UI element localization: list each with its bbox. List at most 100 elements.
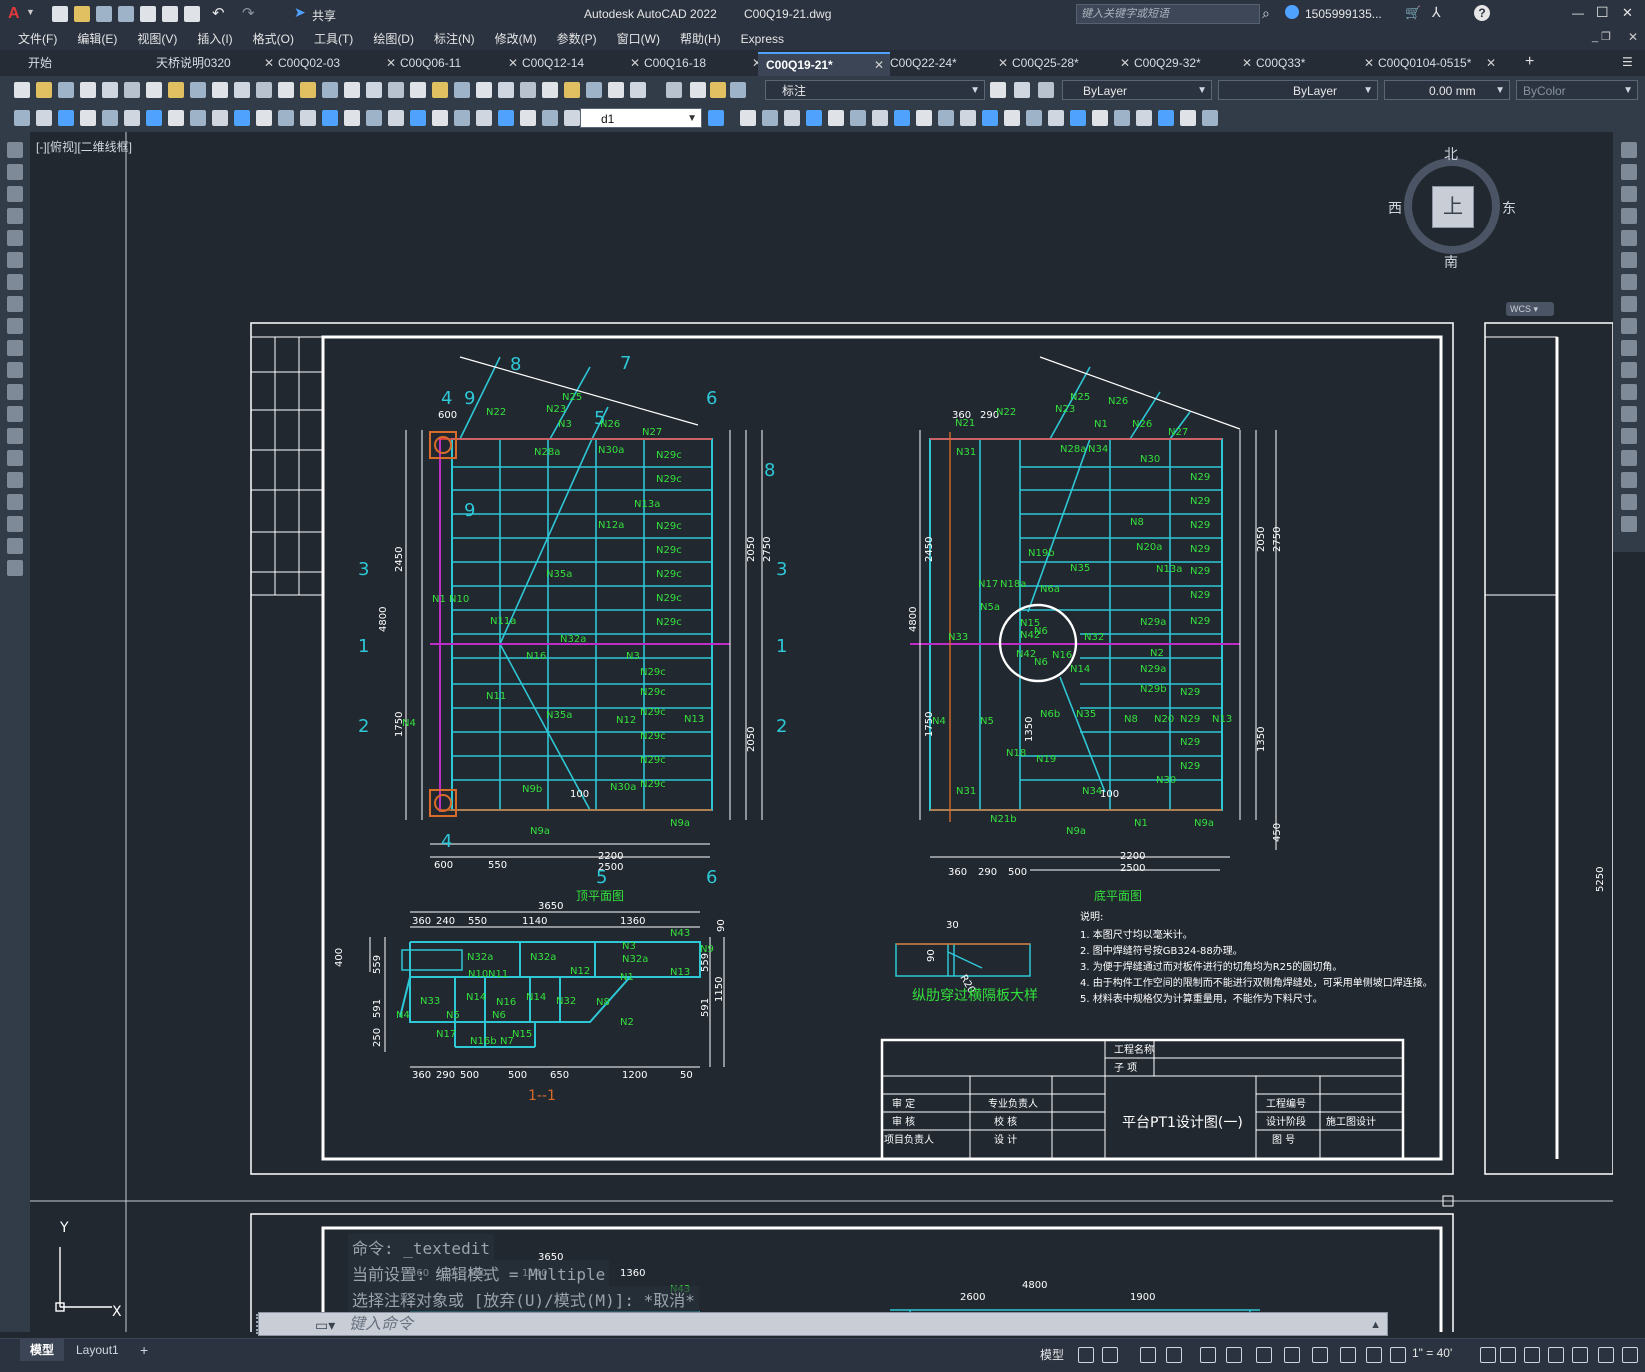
new-icon[interactable] <box>52 6 68 22</box>
draw-tool-icon[interactable] <box>7 186 23 202</box>
toolbar-tool-icon[interactable] <box>322 110 338 126</box>
maximize-button[interactable]: ☐ <box>1596 4 1609 21</box>
modify-tool-icon[interactable] <box>1621 296 1637 312</box>
toolbar-tool-icon[interactable] <box>80 82 96 98</box>
draw-tool-icon[interactable] <box>7 274 23 290</box>
share-label[interactable]: 共享 <box>312 7 336 24</box>
toolbar-tool-icon[interactable] <box>58 82 74 98</box>
menu-item[interactable]: 格式(O) <box>243 28 304 50</box>
dimstyle-dropdown[interactable]: d1 ▼ <box>580 108 702 128</box>
toolbar-tool-icon[interactable] <box>476 82 492 98</box>
viewcube-west[interactable]: 西 <box>1388 198 1402 218</box>
modify-tool-icon[interactable] <box>1621 142 1637 158</box>
menu-item[interactable]: 视图(V) <box>127 28 187 50</box>
toolbar-tool-icon[interactable] <box>278 110 294 126</box>
toolbar-tool-icon[interactable] <box>322 82 338 98</box>
viewcube-north[interactable]: 北 <box>1444 144 1458 164</box>
status-toggle-icon[interactable] <box>1622 1347 1638 1363</box>
draw-tool-icon[interactable] <box>7 494 23 510</box>
toolbar-tool-icon[interactable] <box>146 110 162 126</box>
save-icon[interactable] <box>96 6 112 22</box>
toolbar-tool-icon[interactable] <box>80 110 96 126</box>
modify-tool-icon[interactable] <box>1621 450 1637 466</box>
toolbar-tool-icon[interactable] <box>410 110 426 126</box>
toolbar-tool-icon[interactable] <box>690 82 706 98</box>
toolbar-tool-icon[interactable] <box>1048 110 1064 126</box>
modify-tool-icon[interactable] <box>1621 340 1637 356</box>
modify-tool-icon[interactable] <box>1621 252 1637 268</box>
toolbar-tool-icon[interactable] <box>14 110 30 126</box>
modify-tool-icon[interactable] <box>1621 472 1637 488</box>
toolbar-tool-icon[interactable] <box>498 110 514 126</box>
menu-item[interactable]: Express <box>731 28 794 50</box>
share-icon[interactable]: ➤ <box>294 4 306 21</box>
status-toggle-icon[interactable] <box>1200 1347 1216 1363</box>
open-icon[interactable] <box>74 6 90 22</box>
draw-tool-icon[interactable] <box>7 560 23 576</box>
plotstyle-dropdown[interactable]: ByColor ▼ <box>1516 80 1638 100</box>
draw-tool-icon[interactable] <box>7 362 23 378</box>
toolbar-tool-icon[interactable] <box>36 110 52 126</box>
layer-dropdown[interactable]: 标注 ▼ <box>765 80 985 100</box>
toolbar-tool-icon[interactable] <box>828 110 844 126</box>
saveas-icon[interactable] <box>118 6 134 22</box>
status-toggle-icon[interactable] <box>1166 1347 1182 1363</box>
toolbar-tool-icon[interactable] <box>990 82 1006 98</box>
toolbar-tool-icon[interactable] <box>102 110 118 126</box>
modify-tool-icon[interactable] <box>1621 230 1637 246</box>
modify-tool-icon[interactable] <box>1621 208 1637 224</box>
toolbar-tool-icon[interactable] <box>608 82 624 98</box>
draw-tool-icon[interactable] <box>7 428 23 444</box>
toolbar-tool-icon[interactable] <box>542 82 558 98</box>
annotation-scale[interactable]: 1" = 40' <box>1412 1346 1452 1360</box>
toolbar-tool-icon[interactable] <box>168 110 184 126</box>
doc-minimize-icon[interactable]: _ ❐ <box>1592 30 1611 43</box>
viewcube-face[interactable]: 上 <box>1432 186 1474 228</box>
toolbar-tool-icon[interactable] <box>542 110 558 126</box>
toolbar-tool-icon[interactable] <box>300 110 316 126</box>
toolbar-tool-icon[interactable] <box>1202 110 1218 126</box>
modify-tool-icon[interactable] <box>1621 164 1637 180</box>
toolbar-tool-icon[interactable] <box>256 82 272 98</box>
toolbar-tool-icon[interactable] <box>168 82 184 98</box>
toolbar-tool-icon[interactable] <box>432 110 448 126</box>
draw-tool-icon[interactable] <box>7 406 23 422</box>
toolbar-tool-icon[interactable] <box>630 82 646 98</box>
status-toggle-icon[interactable] <box>1390 1347 1406 1363</box>
search-icon[interactable]: ⌕ <box>1262 5 1270 22</box>
linetype-dropdown[interactable]: ByLayer ▼ <box>1218 80 1378 100</box>
draw-tool-icon[interactable] <box>7 538 23 554</box>
toolbar-tool-icon[interactable] <box>1092 110 1108 126</box>
menu-item[interactable]: 修改(M) <box>485 28 547 50</box>
plot-icon[interactable] <box>184 6 200 22</box>
menu-item[interactable]: 窗口(W) <box>607 28 670 50</box>
status-toggle-icon[interactable] <box>1548 1347 1564 1363</box>
modify-tool-icon[interactable] <box>1621 274 1637 290</box>
menu-item[interactable]: 参数(P) <box>547 28 607 50</box>
draw-tool-icon[interactable] <box>7 208 23 224</box>
publish-icon[interactable] <box>140 6 156 22</box>
status-toggle-icon[interactable] <box>1524 1347 1540 1363</box>
toolbar-tool-icon[interactable] <box>1014 82 1030 98</box>
file-tab[interactable]: C00Q0104-0515* ✕ <box>1370 52 1502 74</box>
menu-item[interactable]: 工具(T) <box>304 28 363 50</box>
toolbar-tool-icon[interactable] <box>190 110 206 126</box>
toolbar-tool-icon[interactable] <box>784 110 800 126</box>
status-toggle-icon[interactable] <box>1480 1347 1496 1363</box>
undo-icon[interactable]: ↶ <box>212 4 225 22</box>
viewcube[interactable]: 上 北 南 西 东 <box>1388 146 1516 270</box>
toolbar-tool-icon[interactable] <box>432 82 448 98</box>
toolbar-tool-icon[interactable] <box>1158 110 1174 126</box>
menu-item[interactable]: 编辑(E) <box>67 28 127 50</box>
new-tab-button[interactable]: + <box>1525 53 1534 71</box>
toolbar-tool-icon[interactable] <box>366 82 382 98</box>
status-toggle-icon[interactable] <box>1340 1347 1356 1363</box>
wcs-button[interactable]: WCS ▾ <box>1506 302 1554 316</box>
toolbar-tool-icon[interactable] <box>102 82 118 98</box>
search-input[interactable]: 键入关键字或短语 <box>1076 4 1260 24</box>
draw-tool-icon[interactable] <box>7 516 23 532</box>
file-tab[interactable]: C00Q06-11 ✕ <box>392 52 524 74</box>
file-tab[interactable]: C00Q02-03 ✕ <box>270 52 402 74</box>
command-prompt-icon[interactable]: ▭▾ <box>315 1313 335 1337</box>
toolbar-tool-icon[interactable] <box>708 110 724 126</box>
